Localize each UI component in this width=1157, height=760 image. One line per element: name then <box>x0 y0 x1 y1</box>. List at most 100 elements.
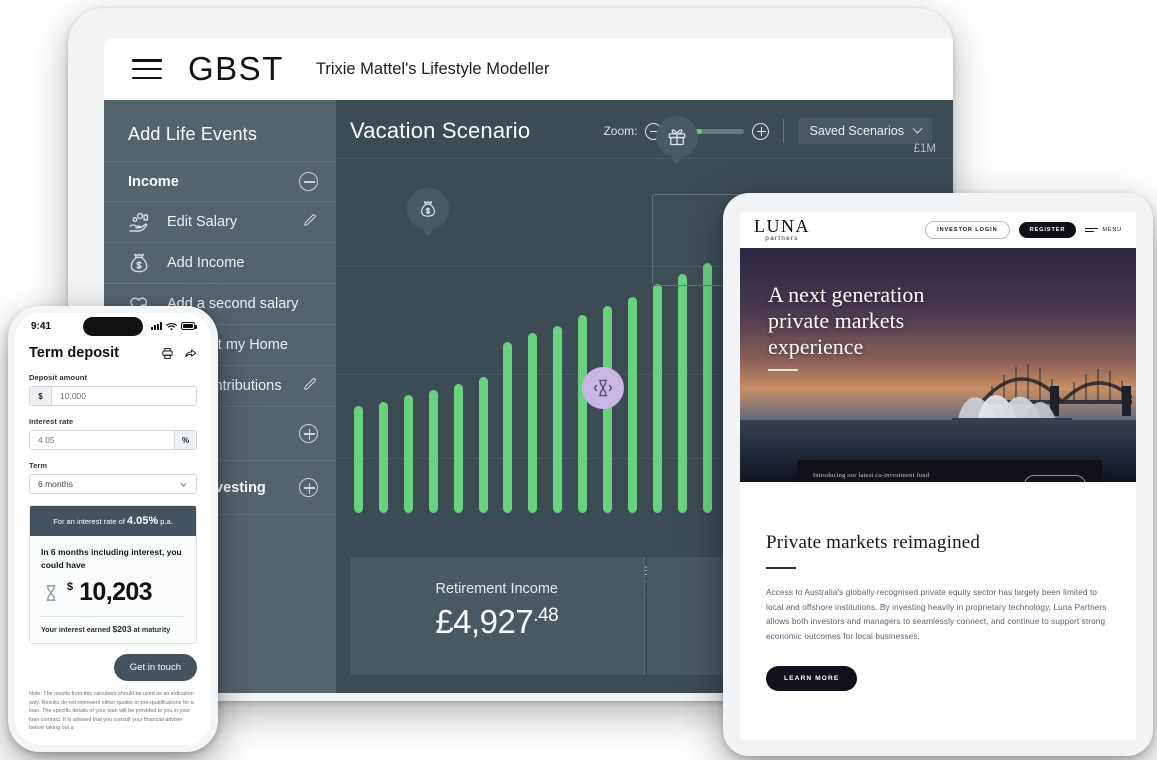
sidebar-section-income[interactable]: Income <box>104 161 336 201</box>
result-amount: 10,203 <box>79 578 152 606</box>
expand-plus-icon[interactable] <box>299 424 318 443</box>
register-button[interactable]: REGISTER <box>1018 222 1077 238</box>
interest-rate-label: Interest rate <box>29 417 74 426</box>
bar-slot <box>496 213 521 513</box>
chart-bar[interactable] <box>553 325 563 513</box>
hero-line-3: experience <box>768 334 864 359</box>
chart-bar[interactable] <box>677 273 687 513</box>
menu-button[interactable]: MENU <box>1085 227 1122 233</box>
mockup-stage: GBST Trixie Mattel's Lifestyle Modeller … <box>0 0 1157 760</box>
bar-slot <box>520 213 545 513</box>
saved-scenarios-label: Saved Scenarios <box>809 124 904 138</box>
hourglass-icon <box>46 584 56 601</box>
money-bag-marker[interactable] <box>407 188 449 237</box>
luna-site-header: LUNA partners INVESTOR LOGIN REGISTER ME… <box>740 212 1136 248</box>
deposit-amount-label: Deposit amount <box>29 373 88 382</box>
chart-bar[interactable] <box>378 401 388 513</box>
section-body-text: Access to Australia's globally recognise… <box>766 588 1107 641</box>
status-time: 9:41 <box>31 320 52 332</box>
money-bag-icon <box>421 201 435 217</box>
result-card-body: In 6 months including interest, you coul… <box>30 536 196 643</box>
bar-slot <box>545 213 570 513</box>
stat-label: Retirement Income <box>435 581 559 597</box>
term-select[interactable]: 6 months <box>29 474 197 494</box>
share-icon[interactable] <box>184 347 197 360</box>
chart-bar[interactable] <box>478 377 488 513</box>
collapse-minus-icon[interactable] <box>299 172 318 191</box>
investor-login-button[interactable]: INVESTOR LOGIN <box>925 221 1010 239</box>
term-deposit-form: Deposit amount $ 10,000 Interest rate 4.… <box>15 361 211 494</box>
currency-prefix: $ <box>30 387 52 405</box>
edit-pencil-icon[interactable] <box>302 376 318 396</box>
get-in-touch-button[interactable]: Get in touch <box>113 654 197 681</box>
hourglass-icon <box>593 379 613 397</box>
retirement-marker[interactable] <box>582 367 624 409</box>
luna-logo[interactable]: LUNA partners <box>754 217 810 243</box>
result-rate-suffix: p.a. <box>158 517 173 526</box>
chart-bar[interactable] <box>628 296 638 513</box>
chart-bar[interactable] <box>653 284 663 513</box>
bar-slot <box>570 213 595 513</box>
hamburger-icon[interactable] <box>132 59 162 79</box>
result-footnote: Your interest earned $203 at maturity <box>41 624 185 634</box>
toolbar-divider <box>783 119 785 143</box>
chevron-down-icon <box>179 475 196 493</box>
expand-plus-icon[interactable] <box>299 478 318 497</box>
chart-bar[interactable] <box>578 314 588 513</box>
result-footnote-prefix: Your interest earned <box>41 625 111 634</box>
bar-slot <box>620 213 645 513</box>
fund-eyebrow: Introducing our latest co-investment fun… <box>813 472 930 479</box>
result-card-header: For an interest rate of 4.05% p.a. <box>30 506 196 536</box>
term-label: Term <box>29 461 48 470</box>
chart-bar[interactable] <box>403 395 413 513</box>
learn-more-button[interactable]: LEARN MORE <box>766 666 858 692</box>
result-amount-row: $ 10,203 <box>41 578 185 607</box>
result-currency: $ <box>67 581 74 593</box>
interest-rate-input[interactable]: 4.05 <box>30 431 174 449</box>
bar-slot <box>346 213 371 513</box>
sidebar-item-edit-salary[interactable]: Edit Salary <box>104 201 336 242</box>
chevron-down-icon <box>912 123 923 134</box>
chart-bar[interactable] <box>428 390 438 513</box>
interest-rate-field[interactable]: 4.05 % <box>29 430 197 450</box>
salary-hand-icon <box>126 209 152 235</box>
phone-device: 9:41 Term deposit Deposit amount $ 10,00… <box>8 306 218 752</box>
bar-slot <box>421 213 446 513</box>
bar-slot <box>595 213 620 513</box>
chart-bar[interactable] <box>603 305 613 513</box>
gbst-app-header: GBST Trixie Mattel's Lifestyle Modeller <box>104 38 953 100</box>
edit-pencil-icon[interactable] <box>302 212 318 232</box>
dynamic-island <box>83 317 143 336</box>
bar-slot <box>471 213 496 513</box>
wifi-icon <box>166 322 177 330</box>
result-footnote-suffix: at maturity <box>133 625 171 634</box>
stat-value-decimals: .48 <box>533 605 559 626</box>
saved-scenarios-dropdown[interactable]: Saved Scenarios <box>798 118 932 144</box>
chart-bar[interactable] <box>528 332 538 513</box>
deposit-amount-field[interactable]: $ 10,000 <box>29 386 197 406</box>
chart-bar[interactable] <box>453 384 463 513</box>
bar-slot <box>446 213 471 513</box>
stat-card-retirement-income: Retirement Income £4,927.48 <box>350 557 645 675</box>
section-heading: Private markets reimagined <box>766 532 981 553</box>
sidebar-item-label: Add Income <box>167 255 245 271</box>
result-rate-prefix: For an interest rate of <box>53 517 127 526</box>
chart-bar[interactable] <box>353 405 363 513</box>
chart-bar[interactable] <box>503 341 513 513</box>
zoom-in-icon[interactable] <box>752 122 770 140</box>
axis-cap-label: £1M <box>913 143 936 155</box>
stat-value: £4,927.48 <box>360 603 634 641</box>
sidebar-heading: Add Life Events <box>128 124 258 144</box>
hamburger-icon <box>1085 227 1099 233</box>
sidebar-section-label: Income <box>128 173 179 190</box>
deposit-amount-input[interactable]: 10,000 <box>52 387 196 405</box>
gift-marker[interactable] <box>656 116 698 165</box>
sidebar-item-add-income[interactable]: Add Income <box>104 242 336 283</box>
chart-toolbar: Vacation Scenario Zoom: Saved Scenarios <box>336 100 953 144</box>
explore-button[interactable]: EXPLORE <box>1024 475 1086 482</box>
chart-bar[interactable] <box>702 263 712 513</box>
print-icon[interactable] <box>161 347 174 360</box>
scenario-title: Vacation Scenario <box>350 118 531 143</box>
hero-line-1: A next generation <box>768 282 925 307</box>
stat-value-main: £4,927 <box>435 603 534 640</box>
